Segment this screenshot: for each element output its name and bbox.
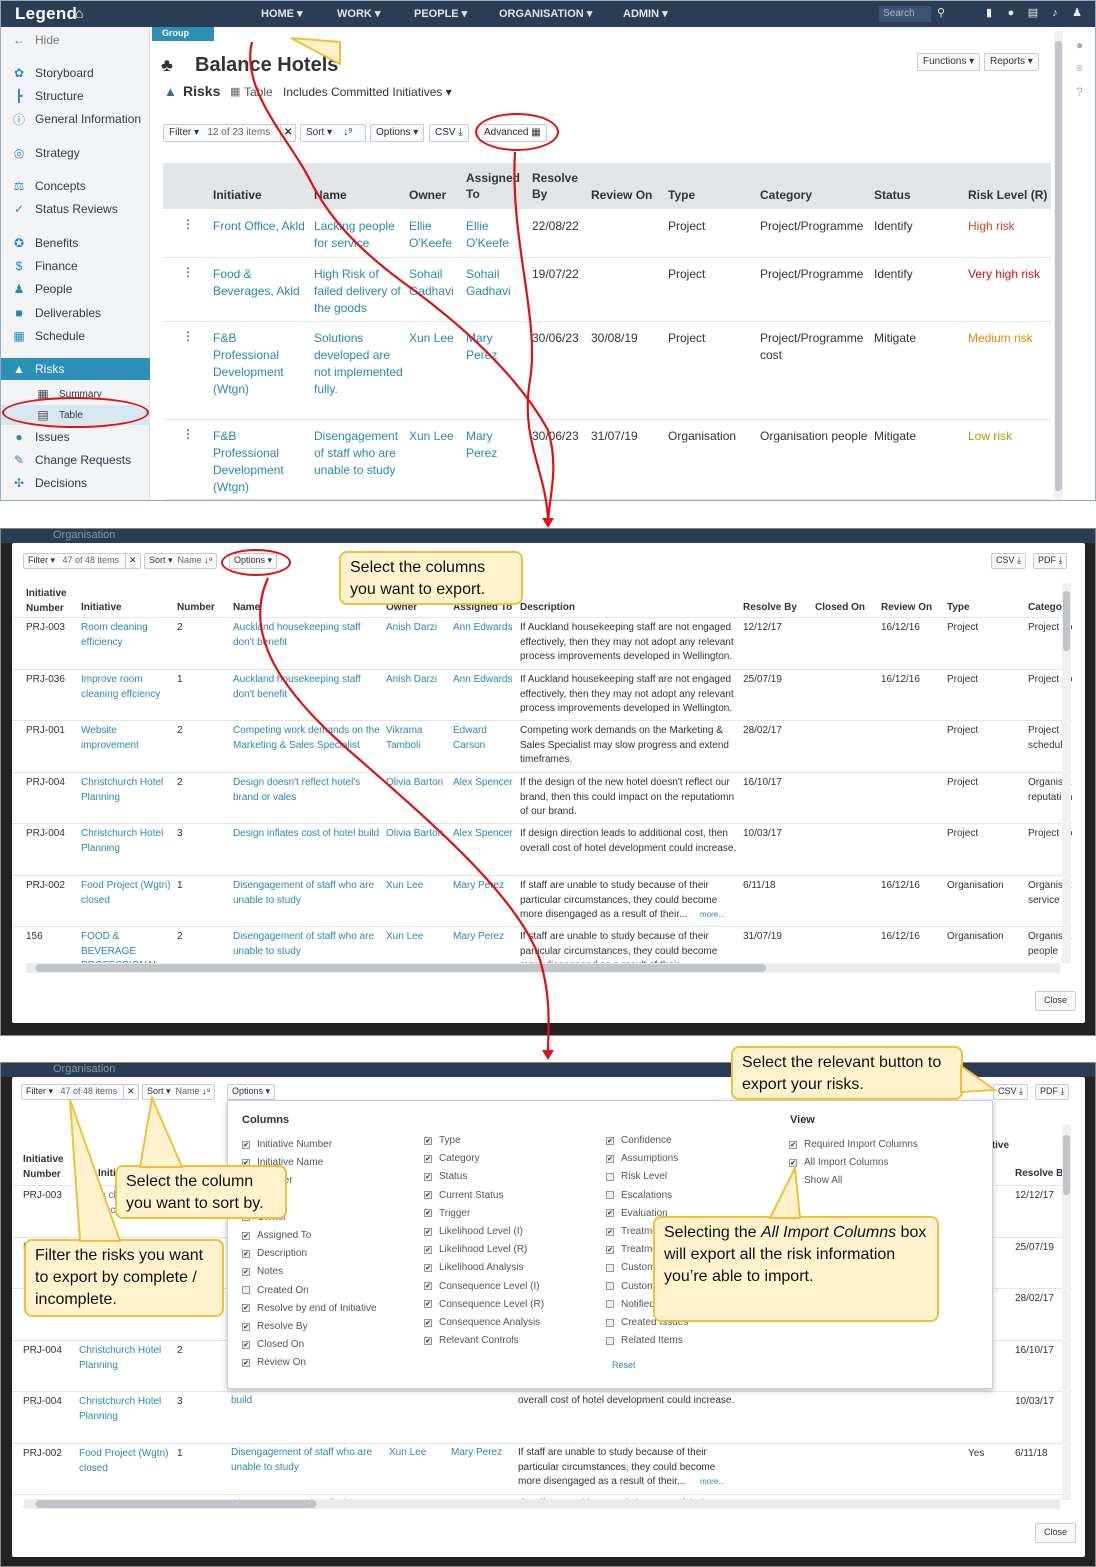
callout-pointer-all-import	[768, 1164, 802, 1219]
arrow-options-to-panel-lower	[258, 577, 550, 1053]
arrow-options-to-panel	[249, 41, 555, 526]
arrowhead-1	[542, 518, 554, 528]
callout-pointer-sort	[138, 1094, 184, 1168]
callout-pointer-export	[960, 1064, 998, 1094]
annotation-overlay	[69, 37, 998, 1242]
callout-pointer-filter	[69, 1099, 122, 1242]
arrow-advanced-to-modal	[513, 151, 550, 521]
callout-pointer-columns	[290, 37, 341, 66]
